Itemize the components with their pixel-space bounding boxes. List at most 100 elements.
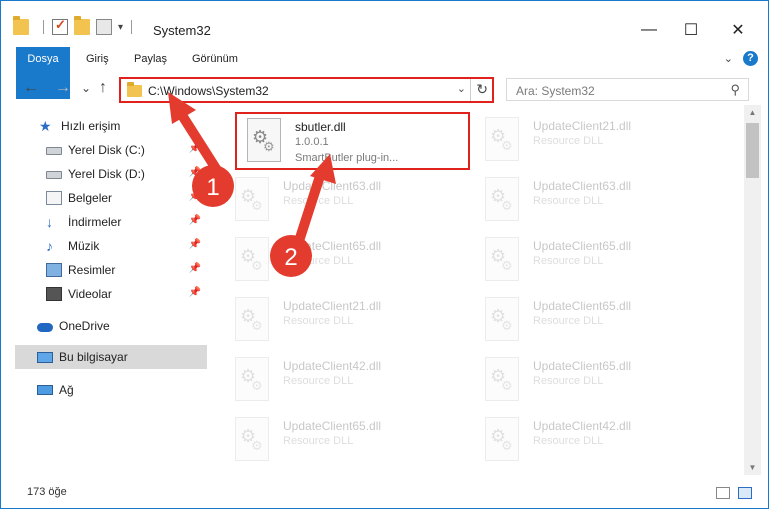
sidebar-item-label: OneDrive — [59, 319, 110, 333]
sidebar-item-network[interactable]: Ağ — [1, 378, 207, 402]
videos-icon — [46, 287, 62, 301]
file-name: UpdateClient42.dll — [283, 359, 382, 373]
sidebar-item-label: Müzik — [68, 239, 100, 253]
file-description: Resource DLL — [283, 435, 354, 447]
tab-view[interactable]: Görünüm — [181, 47, 249, 71]
file-name: UpdateClient65.dll — [283, 419, 382, 433]
drive-icon — [46, 147, 62, 155]
file-name: UpdateClient65.dll — [533, 359, 632, 373]
folder-icon — [13, 16, 29, 35]
scroll-thumb[interactable] — [746, 123, 759, 178]
file-description: SmartButler plug-in... — [295, 152, 399, 164]
file-item[interactable]: UpdateClient42.dll Resource DLL — [475, 413, 705, 465]
minimize-button[interactable]: — — [626, 15, 672, 45]
up-button[interactable]: ↑ — [99, 79, 107, 97]
new-folder-icon[interactable] — [74, 16, 90, 35]
address-bar[interactable]: C:\Windows\System32 ⌄ ↻ — [119, 77, 494, 103]
sidebar-item-label: Ağ — [59, 383, 74, 397]
cloud-icon — [37, 322, 53, 332]
file-name: sbutler.dll — [295, 120, 346, 134]
help-icon[interactable]: ? — [743, 51, 758, 66]
search-icon[interactable]: ⚲ — [730, 82, 740, 98]
address-divider — [470, 79, 471, 101]
dll-file-icon — [235, 297, 269, 341]
quick-access-toolbar: ▾ — [13, 16, 140, 35]
window-title: System32 — [153, 23, 211, 38]
download-icon: ↓ — [46, 214, 53, 230]
explorer-window: ▾ System32 — ☐ ✕ Dosya Giriş Paylaş Görü… — [0, 0, 769, 509]
dll-file-icon — [235, 237, 269, 281]
pin-icon: 📌 — [188, 167, 201, 178]
computer-icon — [37, 351, 53, 363]
file-item[interactable]: UpdateClient21.dll Resource DLL — [225, 293, 455, 345]
pictures-icon — [46, 263, 62, 277]
back-button[interactable]: ← — [23, 79, 39, 97]
sidebar-item-onedrive[interactable]: OneDrive — [1, 314, 207, 338]
chevron-down-icon[interactable]: ⌄ — [457, 82, 466, 95]
file-name: UpdateClient42.dll — [533, 419, 632, 433]
sidebar-item-label: Videolar — [68, 287, 112, 301]
forward-button[interactable]: → — [55, 79, 71, 97]
dll-file-icon — [235, 357, 269, 401]
dll-file-icon — [485, 297, 519, 341]
navigation-bar: ← → ⌄ ↑ C:\Windows\System32 ⌄ ↻ Ara: Sys… — [1, 73, 768, 105]
folder-icon — [127, 82, 142, 97]
navigation-pane: ★ Hızlı erişim Yerel Disk (C:) 📌 Yerel D… — [1, 109, 211, 479]
pin-icon: 📌 — [188, 263, 201, 274]
sidebar-item-label: Resimler — [68, 263, 116, 277]
properties-check-icon[interactable] — [52, 17, 68, 35]
file-item[interactable]: UpdateClient65.dll Resource DLL — [475, 353, 705, 405]
tiles-view-icon[interactable] — [738, 487, 752, 499]
sidebar-item-downloads[interactable]: ↓ İndirmeler 📌 — [1, 210, 207, 234]
file-item[interactable]: UpdateClient42.dll Resource DLL — [225, 353, 455, 405]
file-item[interactable]: UpdateClient65.dll Resource DLL — [225, 233, 455, 285]
sidebar-item-label: Hızlı erişim — [61, 119, 121, 133]
toolbar-separator — [43, 20, 44, 34]
search-input[interactable]: Ara: System32 ⚲ — [506, 78, 749, 101]
recent-locations-button[interactable]: ⌄ — [81, 81, 91, 95]
maximize-button[interactable]: ☐ — [668, 15, 714, 45]
view-buttons — [716, 487, 752, 499]
sidebar-item-music[interactable]: ♪ Müzik 📌 — [1, 234, 207, 258]
details-view-icon[interactable] — [716, 487, 730, 499]
sidebar-item-label: İndirmeler — [68, 215, 122, 229]
title-bar: ▾ System32 — ☐ ✕ — [1, 1, 768, 45]
sidebar-item-label: Yerel Disk (D:) — [68, 167, 145, 181]
file-description: Resource DLL — [533, 195, 604, 207]
status-bar: 173 öğe — [1, 479, 768, 508]
qa-dropdown-icon[interactable]: ▾ — [118, 22, 123, 33]
dll-file-icon — [247, 118, 281, 162]
file-item[interactable]: UpdateClient65.dll Resource DLL — [475, 233, 705, 285]
address-text[interactable]: C:\Windows\System32 — [148, 84, 269, 98]
sidebar-item-local-disk-d[interactable]: Yerel Disk (D:) 📌 — [1, 162, 207, 186]
dll-file-icon — [485, 357, 519, 401]
pin-icon: 📌 — [188, 143, 201, 154]
file-description: Resource DLL — [283, 195, 354, 207]
file-item[interactable]: UpdateClient65.dll Resource DLL — [225, 413, 455, 465]
file-item[interactable]: UpdateClient65.dll Resource DLL — [475, 293, 705, 345]
sidebar-item-this-pc[interactable]: Bu bilgisayar — [15, 345, 207, 369]
customize-icon[interactable] — [96, 19, 112, 35]
tab-share[interactable]: Paylaş — [123, 47, 178, 71]
scroll-up-icon[interactable]: ▲ — [744, 105, 761, 120]
scroll-down-icon[interactable]: ▼ — [744, 460, 761, 475]
dll-file-icon — [235, 417, 269, 461]
file-name: UpdateClient65.dll — [283, 239, 382, 253]
sidebar-item-local-disk-c[interactable]: Yerel Disk (C:) 📌 — [1, 138, 207, 162]
file-item[interactable]: UpdateClient63.dll Resource DLL — [225, 173, 455, 225]
refresh-button[interactable]: ↻ — [476, 81, 488, 98]
sidebar-item-videos[interactable]: Videolar 📌 — [1, 282, 207, 306]
vertical-scrollbar[interactable]: ▲ ▼ — [744, 105, 761, 475]
file-description: Resource DLL — [533, 135, 604, 147]
sidebar-item-documents[interactable]: Belgeler 📌 — [1, 186, 207, 210]
chevron-down-icon[interactable]: ⌄ — [724, 52, 733, 65]
sidebar-item-quick-access[interactable]: ★ Hızlı erişim — [1, 114, 207, 138]
file-item-sbutler[interactable]: sbutler.dll 1.0.0.1 SmartButler plug-in.… — [235, 112, 470, 170]
sidebar-item-pictures[interactable]: Resimler 📌 — [1, 258, 207, 282]
file-name: UpdateClient21.dll — [283, 299, 382, 313]
file-list: sbutler.dll 1.0.0.1 SmartButler plug-in.… — [223, 109, 741, 479]
file-item[interactable]: UpdateClient63.dll Resource DLL — [475, 173, 705, 225]
file-item[interactable]: UpdateClient21.dll Resource DLL — [475, 113, 705, 165]
close-button[interactable]: ✕ — [715, 15, 761, 45]
tab-home[interactable]: Giriş — [75, 47, 120, 71]
